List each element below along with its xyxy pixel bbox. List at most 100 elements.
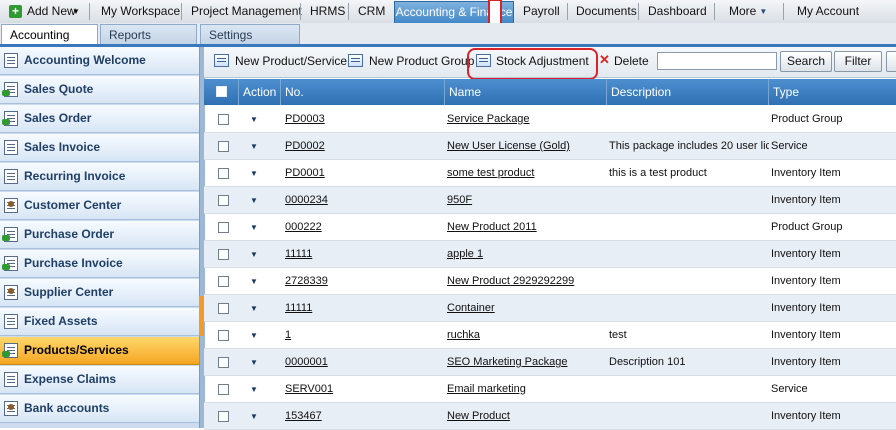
sidebar-item-sales-quote[interactable]: Sales Quote [0, 76, 199, 104]
row-action-menu-icon[interactable]: ▼ [250, 187, 258, 214]
row-action-menu-icon[interactable]: ▼ [250, 295, 258, 322]
tab-reports[interactable]: Reports [100, 24, 197, 44]
nav-more[interactable]: More ▼ [729, 0, 767, 23]
row-action-menu-icon[interactable]: ▼ [250, 241, 258, 268]
row-action-menu-icon[interactable]: ▼ [250, 160, 258, 187]
row-action-menu-icon[interactable]: ▼ [250, 268, 258, 295]
row-action-menu-icon[interactable]: ▼ [250, 214, 258, 241]
product-name-link[interactable]: some test product [447, 160, 607, 187]
column-header-name[interactable]: Name [444, 79, 606, 105]
sidebar-item-recurring-invoice[interactable]: Recurring Invoice [0, 163, 199, 191]
table-row[interactable]: ▼ PD0003 Service Package Product Group [204, 106, 896, 133]
new-product-service-button[interactable]: New Product/Service [235, 48, 347, 75]
search-button[interactable]: Search [780, 51, 832, 72]
product-no-link[interactable]: 1 [285, 322, 445, 349]
nav-my-workspace[interactable]: My Workspace [101, 0, 180, 23]
row-checkbox[interactable] [218, 222, 229, 233]
sidebar-item-products-services[interactable]: Products/Services [0, 337, 199, 365]
row-checkbox[interactable] [218, 195, 229, 206]
sidebar-item-fixed-assets[interactable]: Fixed Assets [0, 308, 199, 336]
product-name-link[interactable]: New Product 2929292299 [447, 268, 607, 295]
row-checkbox[interactable] [218, 411, 229, 422]
product-no-link[interactable]: PD0003 [285, 106, 445, 133]
column-header-action[interactable]: Action [238, 79, 280, 105]
column-header-type[interactable]: Type [768, 79, 896, 105]
nav-payroll[interactable]: Payroll [523, 0, 560, 23]
select-all-checkbox[interactable] [216, 86, 227, 97]
product-description: test [609, 329, 627, 341]
product-no-link[interactable]: 153467 [285, 403, 445, 430]
table-row[interactable]: ▼ 1 ruchka test Inventory Item [204, 322, 896, 349]
product-no-link[interactable]: 000222 [285, 214, 445, 241]
row-checkbox[interactable] [218, 141, 229, 152]
nav-project-management[interactable]: Project Management [191, 0, 302, 23]
row-action-menu-icon[interactable]: ▼ [250, 403, 258, 430]
table-row[interactable]: ▼ PD0002 New User License (Gold) This packa… [204, 133, 896, 160]
sidebar-item-expense-claims[interactable]: Expense Claims [0, 366, 199, 394]
product-name-link[interactable]: ruchka [447, 322, 607, 349]
row-action-menu-icon[interactable]: ▼ [250, 133, 258, 160]
product-name-link[interactable]: Service Package [447, 106, 607, 133]
row-checkbox[interactable] [218, 357, 229, 368]
table-row[interactable]: ▼ 2728339 New Product 2929292299 Inventory … [204, 268, 896, 295]
product-name-link[interactable]: SEO Marketing Package [447, 349, 607, 376]
table-row[interactable]: ▼ 11111 Container Inventory Item [204, 295, 896, 322]
table-row[interactable]: ▼ 11111 apple 1 Inventory Item [204, 241, 896, 268]
add-new-button[interactable]: + Add New ▼ [0, 0, 86, 23]
product-no-link[interactable]: PD0002 [285, 133, 445, 160]
product-name-link[interactable]: Email marketing [447, 376, 607, 403]
sidebar-item-customer-center[interactable]: Customer Center [0, 192, 199, 220]
product-name-link[interactable]: New User License (Gold) [447, 133, 607, 160]
filter-button[interactable]: Filter [834, 51, 882, 72]
table-row[interactable]: ▼ 153467 New Product Inventory Item [204, 403, 896, 430]
toolbar-extra-button[interactable] [886, 51, 896, 72]
product-no-link[interactable]: PD0001 [285, 160, 445, 187]
delete-button[interactable]: Delete [614, 48, 649, 75]
column-header-description[interactable]: Description [606, 79, 768, 105]
sidebar-item-accounting-welcome[interactable]: Accounting Welcome [0, 47, 199, 75]
nav-documents[interactable]: Documents [576, 0, 637, 23]
row-checkbox[interactable] [218, 384, 229, 395]
product-no-link[interactable]: 0000234 [285, 187, 445, 214]
row-checkbox[interactable] [218, 276, 229, 287]
table-row[interactable]: ▼ PD0001 some test product this is a test p… [204, 160, 896, 187]
sidebar-item-purchase-order[interactable]: Purchase Order [0, 221, 199, 249]
row-action-menu-icon[interactable]: ▼ [250, 322, 258, 349]
row-action-menu-icon[interactable]: ▼ [250, 349, 258, 376]
table-row[interactable]: ▼ 0000234 950F Inventory Item [204, 187, 896, 214]
row-checkbox[interactable] [218, 303, 229, 314]
sidebar-item-supplier-center[interactable]: Supplier Center [0, 279, 199, 307]
product-name-link[interactable]: New Product [447, 403, 607, 430]
row-checkbox[interactable] [218, 114, 229, 125]
tab-accounting[interactable]: Accounting [1, 24, 98, 44]
tab-settings[interactable]: Settings [200, 24, 300, 44]
row-action-menu-icon[interactable]: ▼ [250, 106, 258, 133]
search-input[interactable] [657, 52, 777, 70]
sidebar-item-bank-accounts[interactable]: Bank accounts [0, 395, 199, 423]
product-no-link[interactable]: 11111 [285, 241, 445, 268]
product-name-link[interactable]: apple 1 [447, 241, 607, 268]
product-no-link[interactable]: 2728339 [285, 268, 445, 295]
table-row[interactable]: ▼ 000222 New Product 2011 Product Group [204, 214, 896, 241]
row-checkbox[interactable] [218, 330, 229, 341]
nav-crm[interactable]: CRM [358, 0, 385, 23]
new-product-group-button[interactable]: New Product Group [369, 48, 474, 75]
product-no-link[interactable]: 0000001 [285, 349, 445, 376]
column-header-no[interactable]: No. [280, 79, 444, 105]
product-no-link[interactable]: 11111 [285, 295, 445, 322]
sidebar-item-sales-invoice[interactable]: Sales Invoice [0, 134, 199, 162]
product-no-link[interactable]: SERV001 [285, 376, 445, 403]
product-name-link[interactable]: 950F [447, 187, 607, 214]
nav-dashboard[interactable]: Dashboard [648, 0, 707, 23]
sidebar-item-sales-order[interactable]: Sales Order [0, 105, 199, 133]
sidebar-item-purchase-invoice[interactable]: Purchase Invoice [0, 250, 199, 278]
product-name-link[interactable]: New Product 2011 [447, 214, 607, 241]
table-row[interactable]: ▼ 0000001 SEO Marketing Package Description… [204, 349, 896, 376]
row-checkbox[interactable] [218, 168, 229, 179]
product-name-link[interactable]: Container [447, 295, 607, 322]
row-action-menu-icon[interactable]: ▼ [250, 376, 258, 403]
nav-hrms[interactable]: HRMS [310, 0, 345, 23]
table-row[interactable]: ▼ SERV001 Email marketing Service [204, 376, 896, 403]
nav-my-account[interactable]: My Account [797, 0, 859, 23]
row-checkbox[interactable] [218, 249, 229, 260]
